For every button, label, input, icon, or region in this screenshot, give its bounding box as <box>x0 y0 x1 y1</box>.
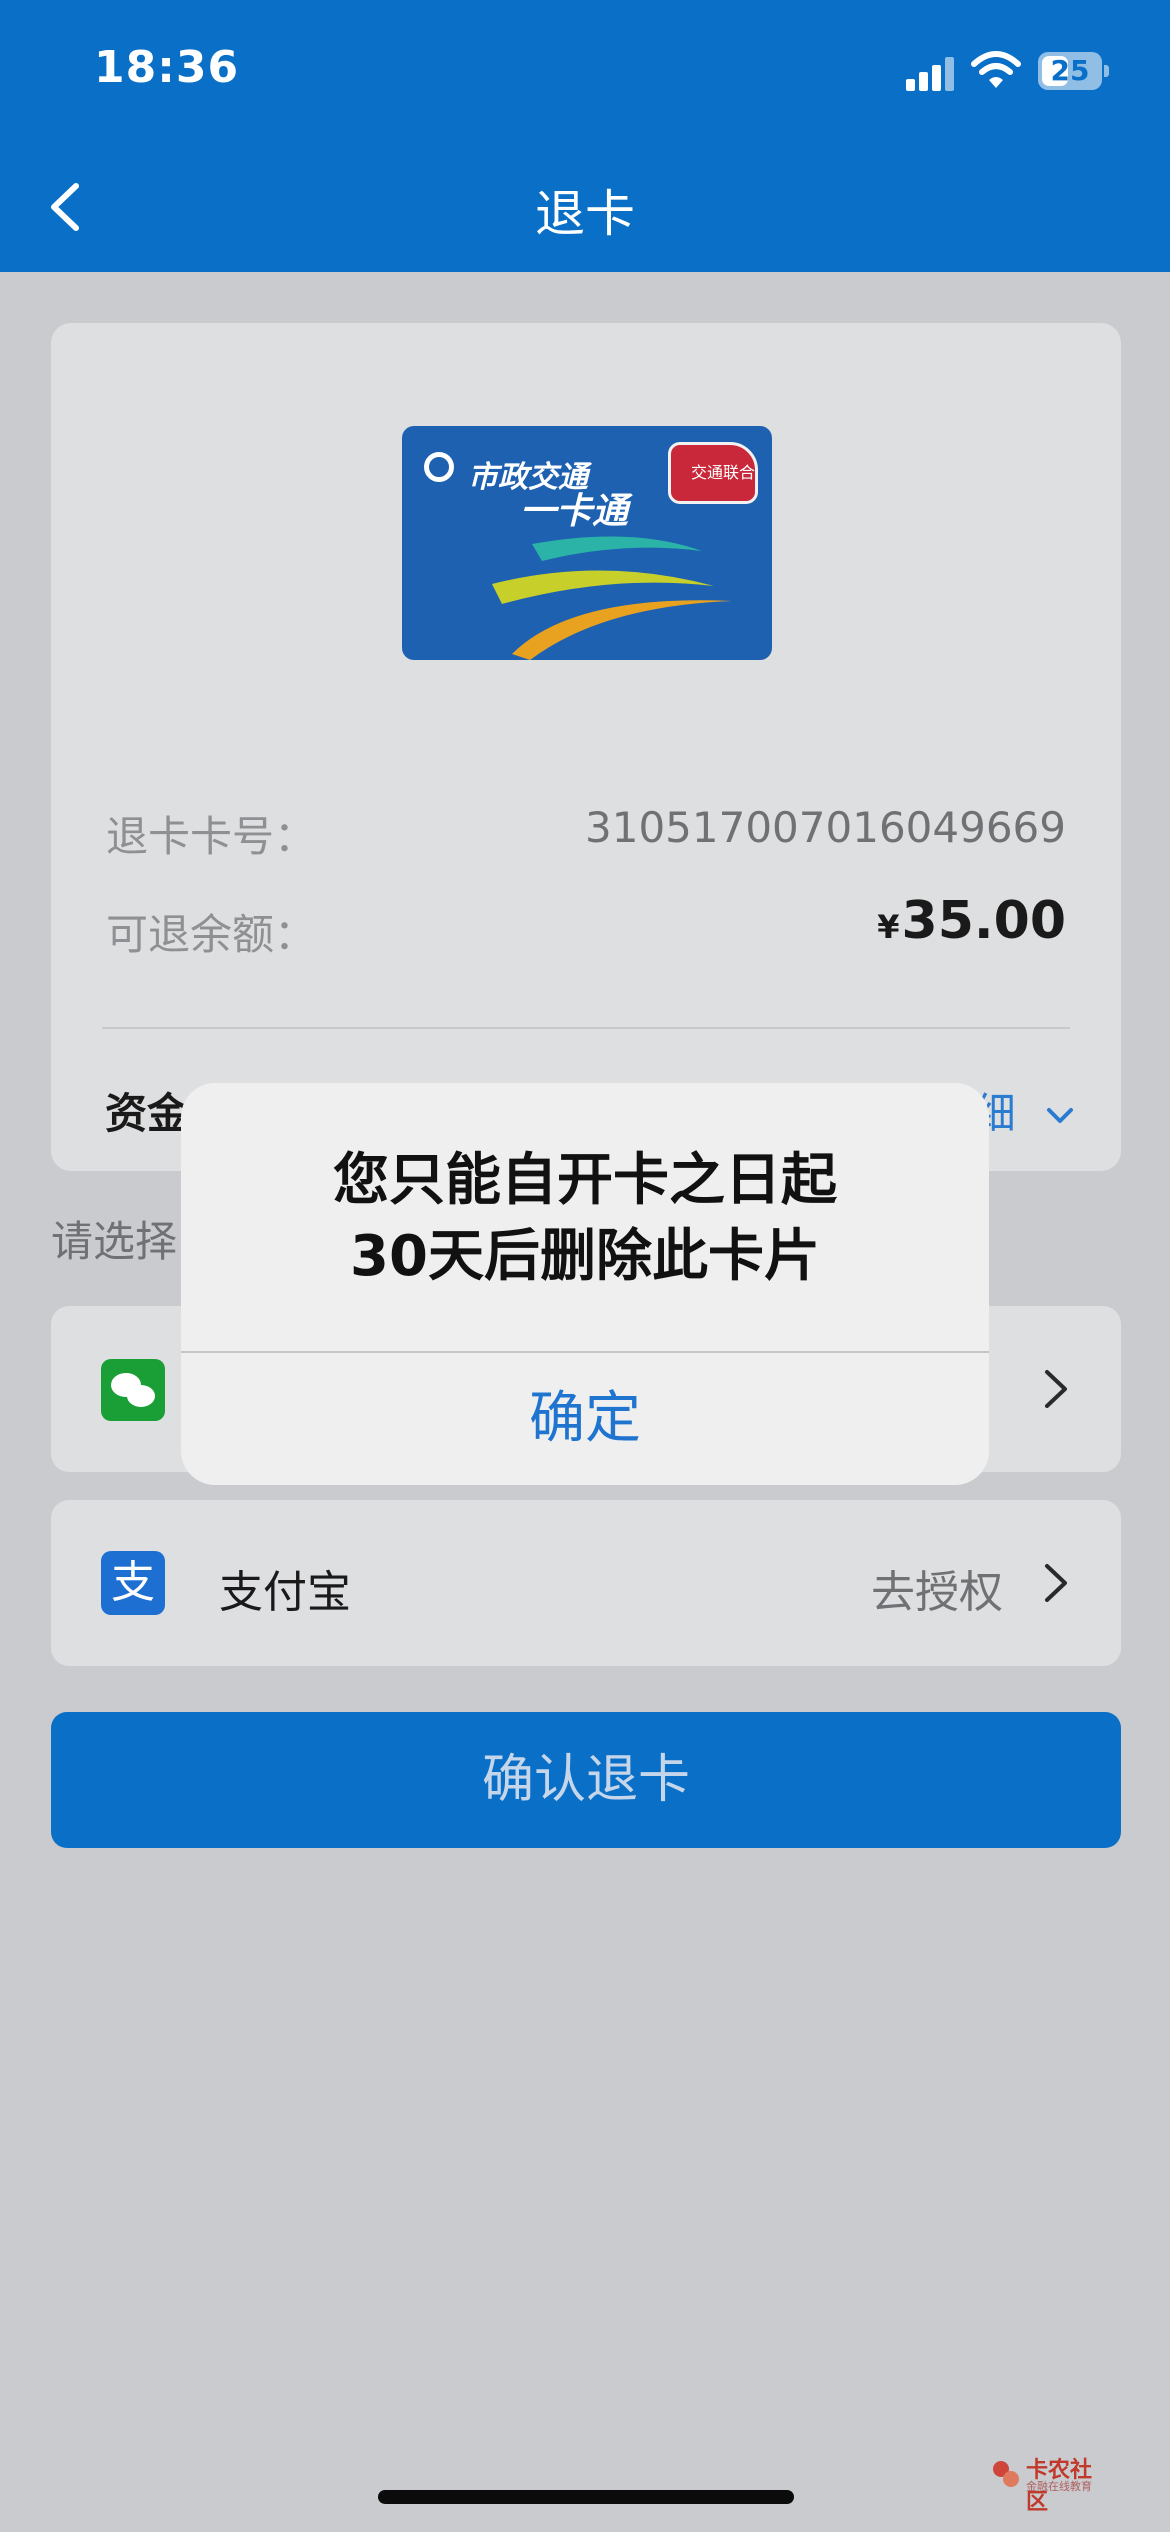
status-time: 18:36 <box>94 42 240 93</box>
payment-section-label: 请选择 <box>51 1217 178 1266</box>
alert-message: 您只能自开卡之日起 30天后删除此卡片 <box>201 1143 969 1295</box>
wifi-icon <box>971 51 1021 88</box>
payment-row-alipay[interactable]: 支 支付宝 去授权 <box>51 1500 1121 1666</box>
cellular-signal-icon <box>906 57 954 91</box>
divider <box>102 1027 1070 1029</box>
nav-bar: 退卡 <box>0 150 1170 272</box>
chevron-right-icon <box>1045 1564 1067 1602</box>
home-indicator <box>378 2490 794 2504</box>
balance-label: 可退余额： <box>106 910 317 959</box>
battery-level: 25 <box>1050 54 1090 87</box>
battery-icon: 25 <box>1038 52 1110 90</box>
wechat-icon <box>101 1359 165 1421</box>
transit-card-image: 市政交通 一卡通 交通联合 <box>402 426 772 660</box>
watermark-logo-icon <box>993 2461 1019 2487</box>
page-title: 退卡 <box>535 185 635 243</box>
fund-label: 资金 <box>105 1089 190 1138</box>
card-info-panel: 市政交通 一卡通 交通联合 退卡卡号： 310517007016049669 可… <box>51 323 1121 1171</box>
alert-ok-button[interactable]: 确定 <box>181 1353 989 1485</box>
status-bar: 18:36 25 <box>0 0 1170 150</box>
balance-amount: ¥35.00 <box>877 891 1066 951</box>
card-number-label: 退卡卡号： <box>106 812 317 861</box>
alipay-icon: 支 <box>101 1551 165 1615</box>
card-number-value: 310517007016049669 <box>585 803 1066 852</box>
confirm-refund-button[interactable]: 确认退卡 <box>51 1712 1121 1848</box>
card-swoosh-graphic <box>492 536 732 660</box>
balance-value: 35.00 <box>901 891 1066 951</box>
currency-symbol: ¥ <box>877 908 900 946</box>
payment-action[interactable]: 去授权 <box>871 1556 1003 1620</box>
payment-name: 支付宝 <box>219 1567 351 1618</box>
chevron-down-icon <box>1047 1108 1073 1123</box>
alert-message-line1: 您只能自开卡之日起 <box>333 1148 837 1213</box>
alert-dialog: 您只能自开卡之日起 30天后删除此卡片 确定 <box>181 1083 989 1485</box>
chevron-right-icon <box>1045 1370 1067 1408</box>
watermark: 卡农社区 金融在线教育 <box>990 2452 1110 2515</box>
watermark-subtext: 金融在线教育 <box>1026 2480 1092 2493</box>
alert-message-line2: 30天后删除此卡片 <box>350 1224 820 1289</box>
